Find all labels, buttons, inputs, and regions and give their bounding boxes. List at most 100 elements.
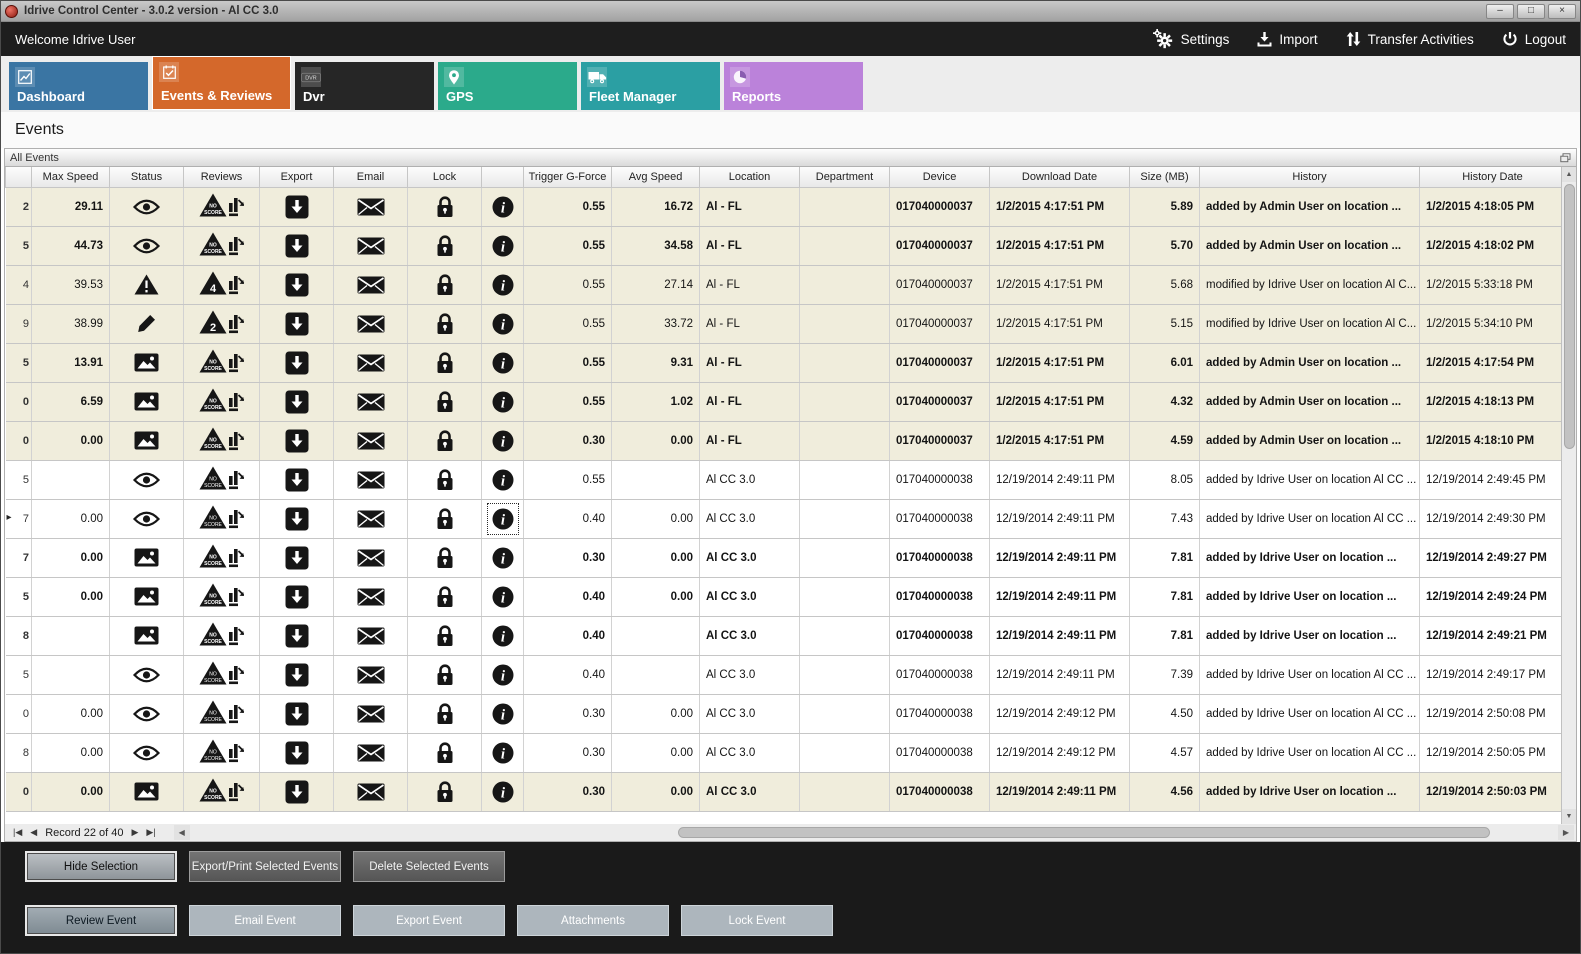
lock-icon[interactable] [435,780,455,803]
cell-email[interactable] [334,577,408,616]
cell-avg-speed[interactable]: 34.58 [612,226,700,265]
export-icon[interactable] [285,234,309,258]
column-header-size-mb-[interactable]: Size (MB) [1130,167,1200,187]
cell-lock[interactable] [408,304,482,343]
export-icon[interactable] [285,546,309,570]
cell-size-mb[interactable]: 5.70 [1130,226,1200,265]
cell-event-id[interactable]: 7 [6,538,32,577]
review-button[interactable]: 4 [199,271,245,295]
column-header-device[interactable]: Device [890,167,990,187]
export-icon[interactable] [285,312,309,336]
info-icon[interactable]: i [489,544,517,572]
cell-reviews[interactable]: 2 [184,304,260,343]
cell-status[interactable] [110,187,184,226]
cell-location[interactable]: Al CC 3.0 [700,733,800,772]
cell-reviews[interactable]: NOSCORE [184,694,260,733]
cell-trigger-g-force[interactable]: 0.30 [524,538,612,577]
cell-location[interactable]: Al - FL [700,187,800,226]
review-button[interactable]: NOSCORE [199,232,245,256]
cell-department[interactable] [800,265,890,304]
cell-email[interactable] [334,382,408,421]
review-button[interactable]: 2 [199,310,245,334]
cell-trigger-g-force[interactable]: 0.55 [524,343,612,382]
maximize-button[interactable]: □ [1517,4,1545,19]
column-header-history-date[interactable]: History Date [1420,167,1566,187]
cell-reviews[interactable]: NOSCORE [184,382,260,421]
cell-event-id[interactable]: 2 [6,187,32,226]
event-row[interactable]: 5NOSCOREi0.40Al CC 3.001704000003812/19/… [6,655,1566,694]
next-record-button[interactable]: ▶ [131,827,138,838]
review-button[interactable]: NOSCORE [199,544,245,568]
info-icon[interactable]: i [489,232,517,260]
cell-info[interactable]: i [482,226,524,265]
cell-size-mb[interactable]: 4.57 [1130,733,1200,772]
cell-email[interactable] [334,343,408,382]
cell-lock[interactable] [408,538,482,577]
cell-department[interactable] [800,772,890,811]
cell-info[interactable]: i [482,304,524,343]
snapshot-icon[interactable] [134,392,159,411]
cell-reviews[interactable]: NOSCORE [184,733,260,772]
snapshot-icon[interactable] [134,587,159,606]
email-event-button[interactable]: Email Event [189,905,341,936]
cell-size-mb[interactable]: 5.15 [1130,304,1200,343]
cell-lock[interactable] [408,616,482,655]
cell-export[interactable] [260,460,334,499]
cell-info[interactable]: i [482,772,524,811]
info-icon[interactable]: i [489,466,517,494]
cell-download-date[interactable]: 12/19/2014 2:49:11 PM [990,499,1130,538]
cell-download-date[interactable]: 1/2/2015 4:17:51 PM [990,304,1130,343]
cell-max-speed[interactable]: 0.00 [32,421,110,460]
cell-history-date[interactable]: 1/2/2015 4:18:02 PM [1420,226,1566,265]
cell-info[interactable]: i [482,577,524,616]
event-row[interactable]: 00.00NOSCOREi0.300.00Al CC 3.00170400000… [6,772,1566,811]
cell-status[interactable] [110,304,184,343]
cell-download-date[interactable]: 1/2/2015 4:17:51 PM [990,382,1130,421]
cell-lock[interactable] [408,343,482,382]
cell-avg-speed[interactable]: 27.14 [612,265,700,304]
cell-export[interactable] [260,499,334,538]
lock-icon[interactable] [435,507,455,530]
cell-device[interactable]: 017040000038 [890,772,990,811]
eye-icon[interactable] [133,511,160,527]
cell-device[interactable]: 017040000038 [890,616,990,655]
cell-location[interactable]: Al - FL [700,343,800,382]
cell-trigger-g-force[interactable]: 0.30 [524,733,612,772]
review-button[interactable]: NOSCORE [199,583,245,607]
cell-download-date[interactable]: 12/19/2014 2:49:11 PM [990,616,1130,655]
cell-location[interactable]: Al CC 3.0 [700,538,800,577]
pencil-icon[interactable] [136,313,157,334]
cell-reviews[interactable]: NOSCORE [184,343,260,382]
cell-history[interactable]: added by Admin User on location ... [1200,343,1420,382]
lock-icon[interactable] [435,468,455,491]
cell-history[interactable]: added by Idrive User on location Al CC .… [1200,733,1420,772]
cell-size-mb[interactable]: 4.50 [1130,694,1200,733]
cell-reviews[interactable]: NOSCORE [184,226,260,265]
cell-avg-speed[interactable]: 0.00 [612,577,700,616]
cell-trigger-g-force[interactable]: 0.55 [524,382,612,421]
cell-avg-speed[interactable]: 0.00 [612,733,700,772]
cell-history-date[interactable]: 12/19/2014 2:49:21 PM [1420,616,1566,655]
cell-max-speed[interactable]: 0.00 [32,499,110,538]
cell-email[interactable] [334,304,408,343]
cell-info[interactable]: i [482,616,524,655]
export-icon[interactable] [285,468,309,492]
cell-history-date[interactable]: 1/2/2015 5:34:10 PM [1420,304,1566,343]
cell-device[interactable]: 017040000037 [890,382,990,421]
info-icon[interactable]: i [489,310,517,338]
cell-history-date[interactable]: 1/2/2015 5:33:18 PM [1420,265,1566,304]
cell-location[interactable]: Al - FL [700,421,800,460]
tab-gps[interactable]: GPS [438,62,577,110]
cell-email[interactable] [334,772,408,811]
info-icon[interactable]: i [489,349,517,377]
cell-avg-speed[interactable]: 1.02 [612,382,700,421]
event-row[interactable]: 00.00NOSCOREi0.300.00Al CC 3.00170400000… [6,694,1566,733]
cell-lock[interactable] [408,382,482,421]
cell-lock[interactable] [408,187,482,226]
cell-download-date[interactable]: 1/2/2015 4:17:51 PM [990,187,1130,226]
cell-status[interactable] [110,577,184,616]
info-icon[interactable]: i [489,622,517,650]
email-icon[interactable] [357,276,385,294]
cell-info[interactable]: i [482,460,524,499]
event-row[interactable]: 5NOSCOREi0.55Al CC 3.001704000003812/19/… [6,460,1566,499]
